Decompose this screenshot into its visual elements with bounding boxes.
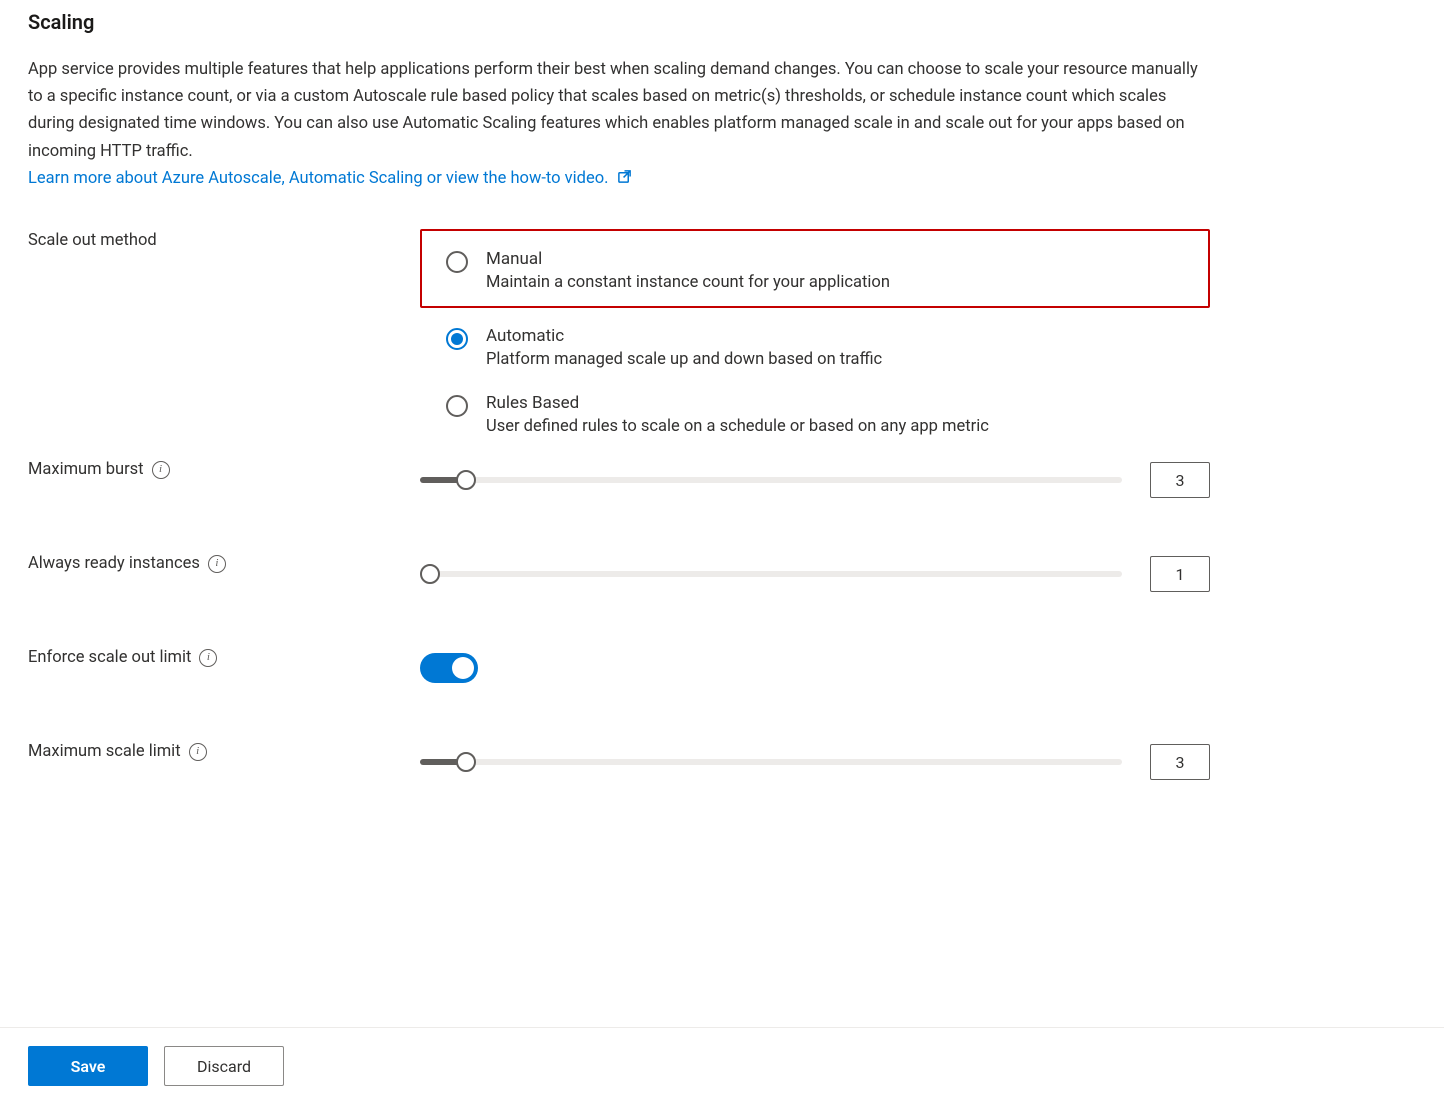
radio-manual[interactable]	[446, 251, 468, 273]
radio-option-manual[interactable]: Manual Maintain a constant instance coun…	[446, 249, 1184, 292]
label-max-scale-limit: Maximum scale limit	[28, 742, 420, 761]
save-button[interactable]: Save	[28, 1046, 148, 1086]
highlight-manual-option: Manual Maintain a constant instance coun…	[420, 229, 1210, 308]
row-always-ready: Always ready instances 1	[28, 554, 1416, 594]
external-link-icon	[617, 166, 632, 193]
row-max-scale-limit: Maximum scale limit 3	[28, 742, 1416, 782]
row-scale-out-method: Scale out method Manual Maintain a const…	[28, 229, 1416, 436]
info-icon[interactable]	[208, 555, 226, 573]
input-always-ready[interactable]: 1	[1150, 556, 1210, 592]
slider-always-ready[interactable]	[420, 562, 1122, 586]
intro-text: App service provides multiple features t…	[28, 60, 1198, 161]
radio-rules-based-desc: User defined rules to scale on a schedul…	[486, 417, 989, 436]
info-icon[interactable]	[152, 461, 170, 479]
radio-rules-based[interactable]	[446, 395, 468, 417]
discard-button[interactable]: Discard	[164, 1046, 284, 1086]
slider-thumb[interactable]	[420, 564, 440, 584]
radio-automatic[interactable]	[446, 328, 468, 350]
row-maximum-burst: Maximum burst 3	[28, 460, 1416, 500]
intro-block: App service provides multiple features t…	[28, 56, 1208, 193]
label-scale-out-method: Scale out method	[28, 229, 420, 250]
input-maximum-burst[interactable]: 3	[1150, 462, 1210, 498]
label-always-ready: Always ready instances	[28, 554, 420, 573]
slider-thumb[interactable]	[456, 752, 476, 772]
radio-option-rules-based[interactable]: Rules Based User defined rules to scale …	[420, 393, 1210, 436]
radio-manual-title: Manual	[486, 249, 890, 269]
input-max-scale-limit[interactable]: 3	[1150, 744, 1210, 780]
info-icon[interactable]	[199, 649, 217, 667]
radio-option-automatic[interactable]: Automatic Platform managed scale up and …	[420, 326, 1210, 369]
slider-max-scale-limit[interactable]	[420, 750, 1122, 774]
footer-bar: Save Discard	[0, 1027, 1444, 1104]
radio-rules-based-title: Rules Based	[486, 393, 989, 413]
info-icon[interactable]	[189, 743, 207, 761]
learn-more-link[interactable]: Learn more about Azure Autoscale, Automa…	[28, 169, 632, 188]
slider-maximum-burst[interactable]	[420, 468, 1122, 492]
toggle-enforce-limit[interactable]	[420, 653, 478, 683]
label-enforce-limit: Enforce scale out limit	[28, 648, 420, 667]
label-maximum-burst: Maximum burst	[28, 460, 420, 479]
radio-manual-desc: Maintain a constant instance count for y…	[486, 273, 890, 292]
row-enforce-limit: Enforce scale out limit	[28, 648, 1416, 688]
slider-thumb[interactable]	[456, 470, 476, 490]
learn-more-text: Learn more about Azure Autoscale, Automa…	[28, 169, 608, 188]
page-title: Scaling	[28, 10, 1416, 34]
toggle-knob	[452, 657, 474, 679]
radio-automatic-desc: Platform managed scale up and down based…	[486, 350, 882, 369]
radio-automatic-title: Automatic	[486, 326, 882, 346]
